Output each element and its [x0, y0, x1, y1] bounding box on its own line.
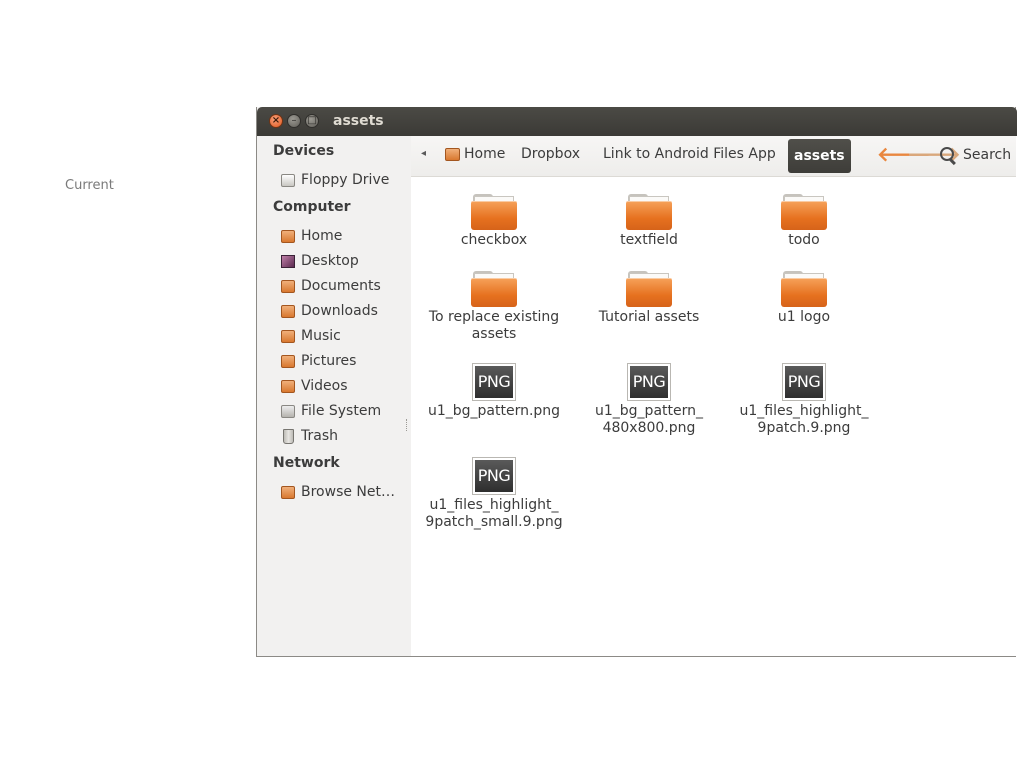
sidebar-item-label: Videos — [301, 378, 348, 394]
file-item-tutorial-assets[interactable]: Tutorial assets — [574, 269, 724, 326]
file-item-textfield[interactable]: textfield — [574, 192, 724, 249]
downloads-folder-icon — [281, 304, 295, 318]
file-name: To replace existing assets — [428, 309, 560, 342]
sidebar-item-label: Desktop — [301, 253, 359, 269]
sidebar-item-label: Pictures — [301, 353, 357, 369]
png-file-icon: PNG — [782, 363, 826, 401]
music-folder-icon — [281, 329, 295, 343]
png-badge: PNG — [475, 366, 513, 398]
file-name: u1 logo — [777, 309, 831, 325]
floppy-drive-icon — [281, 173, 295, 187]
file-view: ◂ Home Dropbox Link to Android Files App… — [411, 136, 1016, 656]
desktop-icon — [281, 254, 295, 268]
png-badge: PNG — [630, 366, 668, 398]
videos-folder-icon — [281, 379, 295, 393]
places-sidebar: Devices Floppy Drive Computer Home Deskt… — [257, 136, 411, 656]
sidebar-heading-computer: Computer — [273, 199, 351, 215]
window-title: assets — [333, 113, 384, 129]
sidebar-item-label: Trash — [301, 428, 338, 444]
search-icon — [939, 146, 957, 166]
sidebar-item-pictures[interactable]: Pictures — [281, 350, 409, 372]
file-item-u1-files-highlight-9patch-small-png[interactable]: PNG u1_files_highlight_ 9patch_small.9.p… — [419, 457, 569, 531]
file-item-u1-logo[interactable]: u1 logo — [729, 269, 879, 326]
sidebar-item-label: File System — [301, 403, 382, 419]
png-file-icon: PNG — [472, 363, 516, 401]
file-manager-window: × – □ assets Devices Floppy Drive Comput… — [256, 107, 1017, 657]
minimize-window-button[interactable]: – — [287, 114, 301, 128]
sidebar-item-videos[interactable]: Videos — [281, 375, 409, 397]
folder-icon — [781, 269, 827, 307]
folder-icon — [471, 269, 517, 307]
sidebar-item-label: Home — [301, 228, 343, 244]
pictures-folder-icon — [281, 354, 295, 368]
file-name: Tutorial assets — [598, 309, 700, 325]
folder-icon — [626, 192, 672, 230]
sidebar-resize-handle[interactable] — [406, 419, 409, 431]
sidebar-item-label: Music — [301, 328, 341, 344]
search-button[interactable]: Search — [939, 146, 1012, 166]
sidebar-item-home[interactable]: Home — [281, 225, 409, 247]
file-system-icon — [281, 404, 295, 418]
png-file-icon: PNG — [472, 457, 516, 495]
trash-icon — [283, 428, 294, 444]
file-item-u1-files-highlight-9patch-png[interactable]: PNG u1_files_highlight_ 9patch.9.png — [729, 363, 879, 437]
file-item-todo[interactable]: todo — [729, 192, 879, 249]
file-name: u1_files_highlight_ 9patch.9.png — [739, 403, 869, 436]
current-label: Current — [65, 178, 114, 193]
close-window-button[interactable]: × — [269, 114, 283, 128]
search-label: Search — [963, 147, 1012, 163]
breadcrumb-assets[interactable]: assets — [788, 139, 851, 173]
file-name: checkbox — [460, 232, 528, 248]
sidebar-item-file-system[interactable]: File System — [281, 400, 409, 422]
breadcrumb-label: Home — [464, 146, 506, 162]
folder-icon — [471, 192, 517, 230]
maximize-window-button[interactable]: □ — [305, 114, 319, 128]
file-name: todo — [788, 232, 820, 248]
sidebar-item-label: Documents — [301, 278, 381, 294]
png-file-icon: PNG — [627, 363, 671, 401]
file-item-checkbox[interactable]: checkbox — [419, 192, 569, 249]
file-name: u1_files_highlight_ 9patch_small.9.png — [425, 497, 563, 530]
file-item-u1-bg-pattern-png[interactable]: PNG u1_bg_pattern.png — [419, 363, 569, 420]
sidebar-item-label: Browse Net… — [301, 484, 396, 500]
file-name: u1_bg_pattern.png — [427, 403, 561, 419]
location-toolbar: ◂ Home Dropbox Link to Android Files App… — [411, 136, 1016, 177]
breadcrumb-scroll-left-icon[interactable]: ◂ — [421, 148, 426, 159]
home-icon — [445, 147, 460, 161]
documents-folder-icon — [281, 279, 295, 293]
breadcrumb-dropbox[interactable]: Dropbox — [521, 146, 580, 162]
home-folder-icon — [281, 229, 295, 243]
file-item-to-replace-existing-assets[interactable]: To replace existing assets — [419, 269, 569, 343]
sidebar-heading-devices: Devices — [273, 143, 335, 159]
sidebar-item-music[interactable]: Music — [281, 325, 409, 347]
png-badge: PNG — [475, 460, 513, 492]
title-bar[interactable]: × – □ assets — [257, 107, 1017, 136]
png-badge: PNG — [785, 366, 823, 398]
breadcrumb-link-to-android-files-app[interactable]: Link to Android Files App — [603, 146, 776, 162]
file-name: u1_bg_pattern_ 480x800.png — [595, 403, 703, 436]
folder-icon — [781, 192, 827, 230]
sidebar-item-desktop[interactable]: Desktop — [281, 250, 409, 272]
network-folder-icon — [281, 485, 295, 499]
sidebar-item-downloads[interactable]: Downloads — [281, 300, 409, 322]
folder-icon — [626, 269, 672, 307]
sidebar-item-floppy-drive[interactable]: Floppy Drive — [281, 169, 409, 191]
file-item-u1-bg-pattern-480x800-png[interactable]: PNG u1_bg_pattern_ 480x800.png — [574, 363, 724, 437]
file-name: textfield — [620, 232, 678, 248]
sidebar-item-label: Downloads — [301, 303, 378, 319]
sidebar-item-browse-network[interactable]: Browse Net… — [281, 481, 409, 503]
breadcrumb-home[interactable]: Home — [445, 146, 505, 162]
sidebar-heading-network: Network — [273, 455, 340, 471]
sidebar-item-label: Floppy Drive — [301, 172, 390, 188]
sidebar-item-documents[interactable]: Documents — [281, 275, 409, 297]
sidebar-item-trash[interactable]: Trash — [281, 425, 409, 447]
